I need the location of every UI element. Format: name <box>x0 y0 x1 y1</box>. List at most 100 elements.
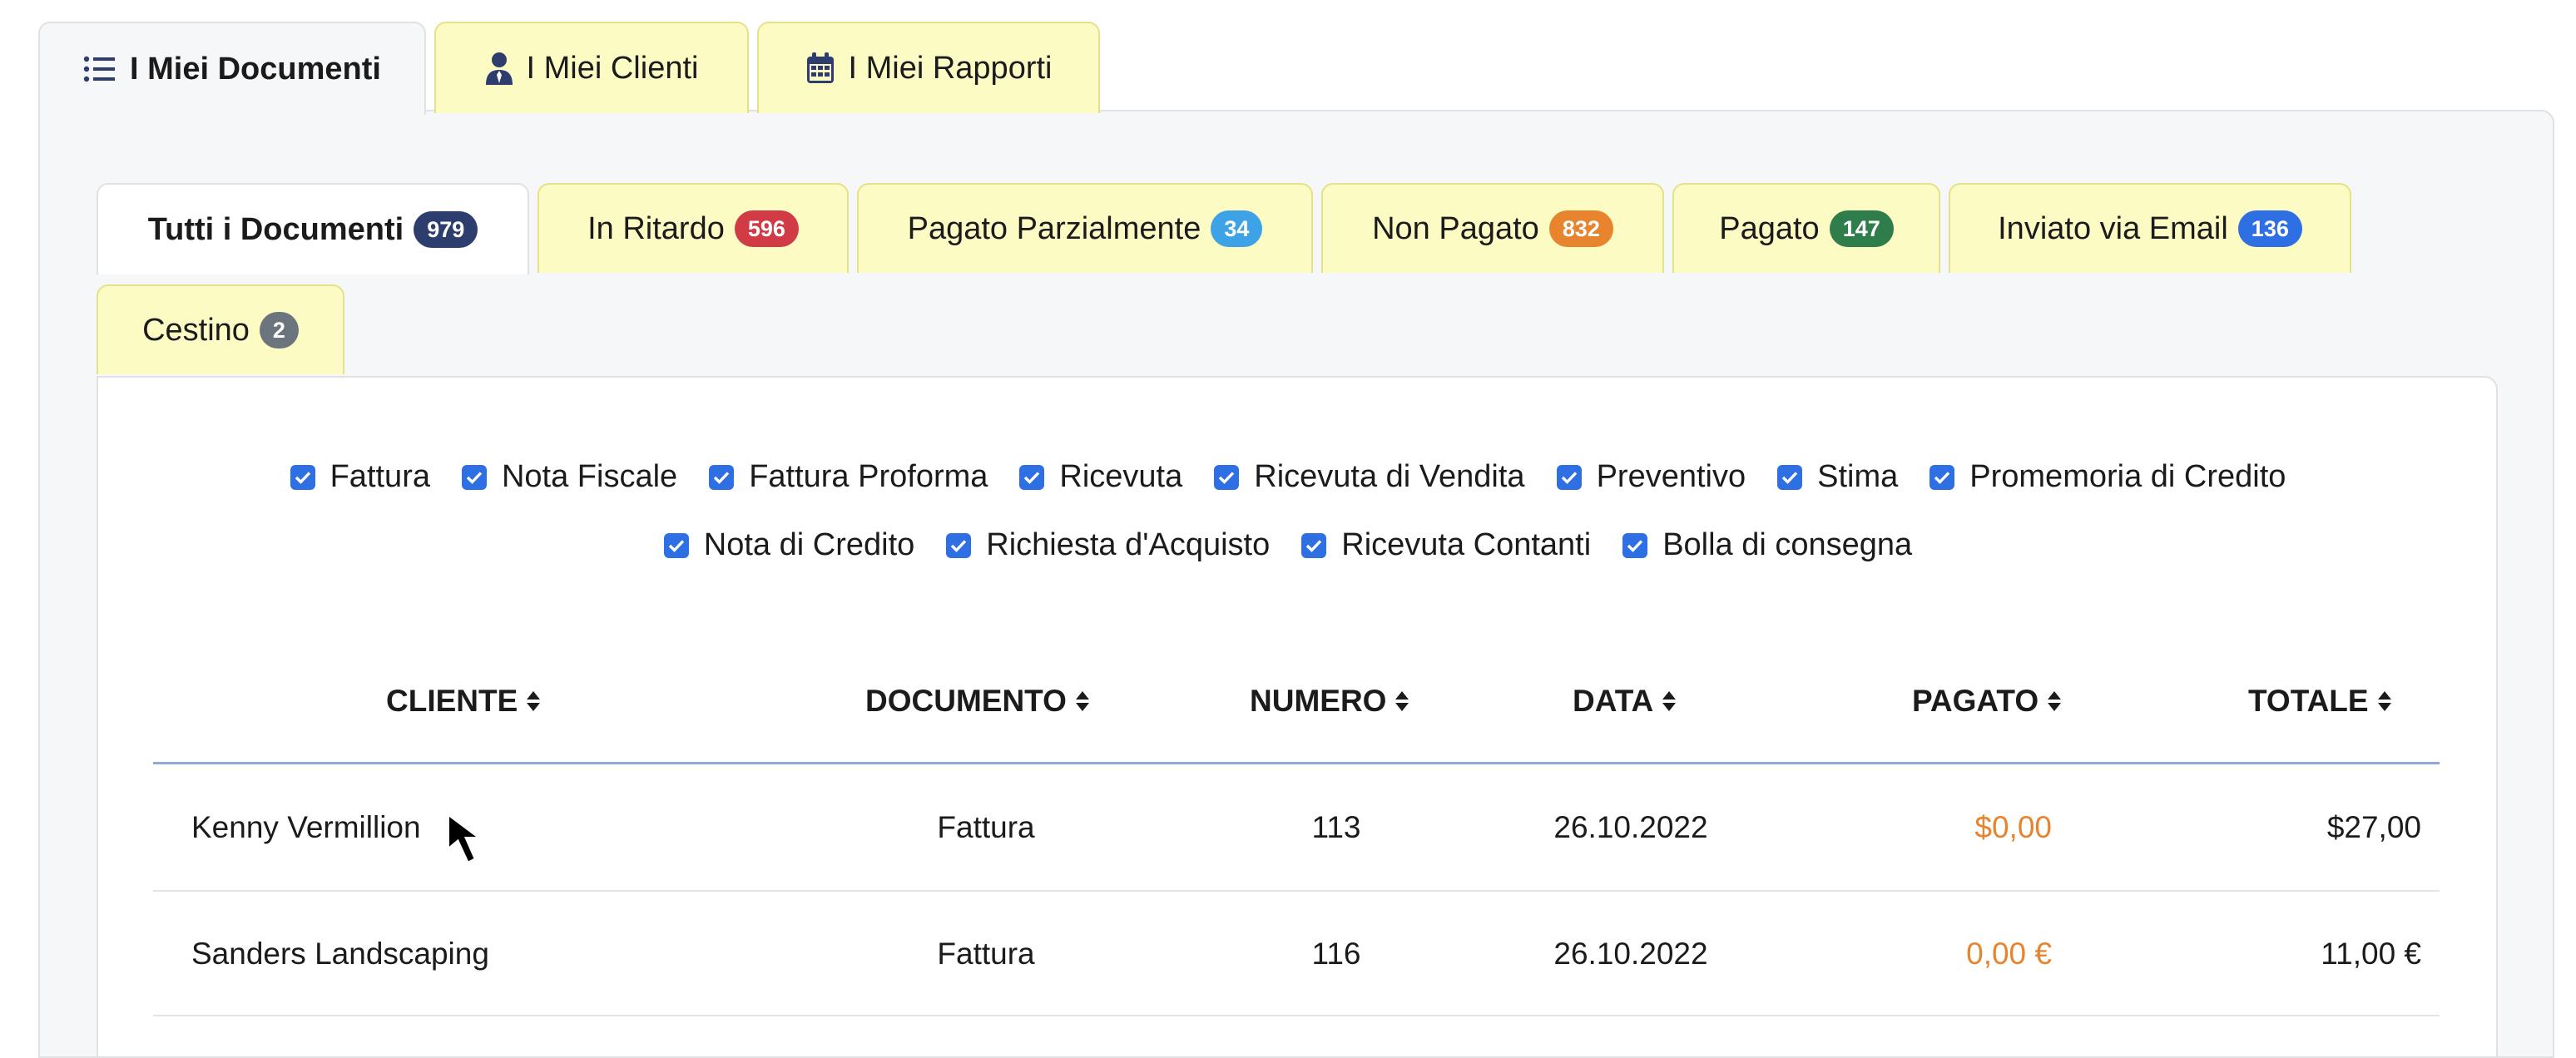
count-badge: 832 <box>1548 210 1613 247</box>
checkbox-checked-icon[interactable] <box>1777 464 1803 490</box>
filter-label: Fattura <box>329 459 430 494</box>
count-badge: 2 <box>259 312 299 349</box>
tab-i-miei-clienti[interactable]: I Miei Clienti <box>434 22 749 113</box>
count-badge: 34 <box>1211 210 1263 247</box>
cell-numero: 113 <box>1311 810 1361 844</box>
cell-totale: $27,00 <box>2326 810 2421 844</box>
filter-nota-di-credito[interactable]: Nota di Credito <box>663 527 915 563</box>
filter-bolla-di-consegna[interactable]: Bolla di consegna <box>1622 527 1912 563</box>
column-label: PAGATO <box>1912 684 2039 718</box>
filter-ricevuta-di-vendita[interactable]: Ricevuta di Vendita <box>1214 459 1525 495</box>
tab-label: I Miei Rapporti <box>848 50 1053 86</box>
list-icon <box>83 55 116 83</box>
tab-label: Inviato via Email <box>1998 210 2228 246</box>
cell-pagato: $0,00 <box>1974 810 2052 844</box>
sort-icon <box>1075 689 1090 714</box>
tab-label: Cestino <box>142 312 250 348</box>
checkbox-checked-icon[interactable] <box>1019 464 1045 490</box>
filter-nota-fiscale[interactable]: Nota Fiscale <box>461 459 678 495</box>
filter-label: Fattura Proforma <box>749 459 988 494</box>
filter-label: Ricevuta <box>1059 459 1183 494</box>
filter-label: Ricevuta di Vendita <box>1254 459 1525 494</box>
tab-inviato-via-email[interactable]: Inviato via Email 136 <box>1949 183 2351 273</box>
tab-label: Pagato <box>1719 210 1820 246</box>
column-label: NUMERO <box>1250 684 1387 718</box>
cell-pagato: 0,00 € <box>1966 937 2052 971</box>
filter-label: Preventivo <box>1596 459 1746 494</box>
count-badge: 147 <box>1829 210 1894 247</box>
count-badge: 136 <box>2237 210 2302 247</box>
cell-cliente: Kenny Vermillion <box>191 810 421 844</box>
checkbox-checked-icon[interactable] <box>1214 464 1240 490</box>
column-label: DATA <box>1573 684 1654 718</box>
count-badge: 979 <box>414 211 478 248</box>
tab-cestino[interactable]: Cestino 2 <box>97 284 344 374</box>
table-header-divider <box>153 762 2440 764</box>
column-header-cliente[interactable]: CLIENTE <box>386 684 541 719</box>
sort-icon <box>1395 689 1409 714</box>
sort-icon <box>2047 689 2062 714</box>
user-tie-icon <box>485 52 513 85</box>
cell-cliente: Sanders Landscaping <box>191 937 489 971</box>
tab-pagato-parzialmente[interactable]: Pagato Parzialmente 34 <box>857 183 1313 273</box>
sort-icon <box>2377 689 2392 714</box>
mouse-cursor-icon <box>444 810 499 874</box>
column-header-totale[interactable]: TOTALE <box>2248 684 2392 719</box>
column-label: TOTALE <box>2248 684 2369 718</box>
cell-data: 26.10.2022 <box>1553 810 1708 844</box>
filter-promemoria-di-credito[interactable]: Promemoria di Credito <box>1930 459 2286 495</box>
count-badge: 596 <box>734 210 799 247</box>
column-header-numero[interactable]: NUMERO <box>1250 684 1409 719</box>
cell-numero: 116 <box>1311 937 1361 971</box>
checkbox-checked-icon[interactable] <box>1930 464 1955 490</box>
tab-pagato[interactable]: Pagato 147 <box>1672 183 1940 273</box>
tab-label: I Miei Clienti <box>526 50 699 86</box>
checkbox-checked-icon[interactable] <box>1301 532 1327 558</box>
sort-icon <box>526 689 541 714</box>
tab-i-miei-documenti[interactable]: I Miei Documenti <box>38 22 426 115</box>
checkbox-checked-icon[interactable] <box>1556 464 1582 490</box>
column-label: CLIENTE <box>386 684 518 718</box>
checkbox-checked-icon[interactable] <box>709 464 735 490</box>
cell-data: 26.10.2022 <box>1553 937 1708 971</box>
filter-label: Promemoria di Credito <box>1969 459 2286 494</box>
filter-label: Nota Fiscale <box>501 459 678 494</box>
document-type-filters-row-2: Nota di Credito Richiesta d'Acquisto Ric… <box>0 527 2576 563</box>
checkbox-checked-icon[interactable] <box>663 532 689 558</box>
column-header-documento[interactable]: DOCUMENTO <box>865 684 1090 719</box>
tab-label: Tutti i Documenti <box>147 211 404 247</box>
column-header-data[interactable]: DATA <box>1573 684 1677 719</box>
cell-documento: Fattura <box>937 937 1035 971</box>
document-type-filters: Fattura Nota Fiscale Fattura Proforma Ri… <box>0 459 2576 495</box>
checkbox-checked-icon[interactable] <box>461 464 487 490</box>
filter-label: Nota di Credito <box>703 527 915 562</box>
filter-label: Richiesta d'Acquisto <box>986 527 1271 562</box>
checkbox-checked-icon[interactable] <box>1622 532 1648 558</box>
checkbox-checked-icon[interactable] <box>290 464 315 490</box>
tab-i-miei-rapporti[interactable]: I Miei Rapporti <box>757 22 1100 113</box>
tab-label: In Ritardo <box>587 210 725 246</box>
tab-in-ritardo[interactable]: In Ritardo 596 <box>537 183 849 273</box>
filter-label: Ricevuta Contanti <box>1341 527 1592 562</box>
cell-documento: Fattura <box>937 810 1035 844</box>
sort-icon <box>1662 689 1677 714</box>
tab-label: Non Pagato <box>1372 210 1539 246</box>
column-header-pagato[interactable]: PAGATO <box>1912 684 2062 719</box>
filter-richiesta-d-acquisto[interactable]: Richiesta d'Acquisto <box>946 527 1270 563</box>
checkbox-checked-icon[interactable] <box>946 532 972 558</box>
filter-ricevuta[interactable]: Ricevuta <box>1019 459 1182 495</box>
tab-non-pagato[interactable]: Non Pagato 832 <box>1321 183 1664 273</box>
cell-totale: 11,00 € <box>2321 937 2421 971</box>
tab-tutti-i-documenti[interactable]: Tutti i Documenti 979 <box>97 183 529 274</box>
filter-stima[interactable]: Stima <box>1777 459 1898 495</box>
filter-fattura[interactable]: Fattura <box>290 459 430 495</box>
row-divider <box>153 1015 2440 1016</box>
calendar-icon <box>805 52 835 85</box>
tab-label: Pagato Parzialmente <box>907 210 1201 246</box>
column-label: DOCUMENTO <box>865 684 1067 718</box>
filter-fattura-proforma[interactable]: Fattura Proforma <box>709 459 988 495</box>
filter-preventivo[interactable]: Preventivo <box>1556 459 1746 495</box>
filter-label: Stima <box>1817 459 1899 494</box>
tab-label: I Miei Documenti <box>130 51 381 87</box>
filter-ricevuta-contanti[interactable]: Ricevuta Contanti <box>1301 527 1591 563</box>
